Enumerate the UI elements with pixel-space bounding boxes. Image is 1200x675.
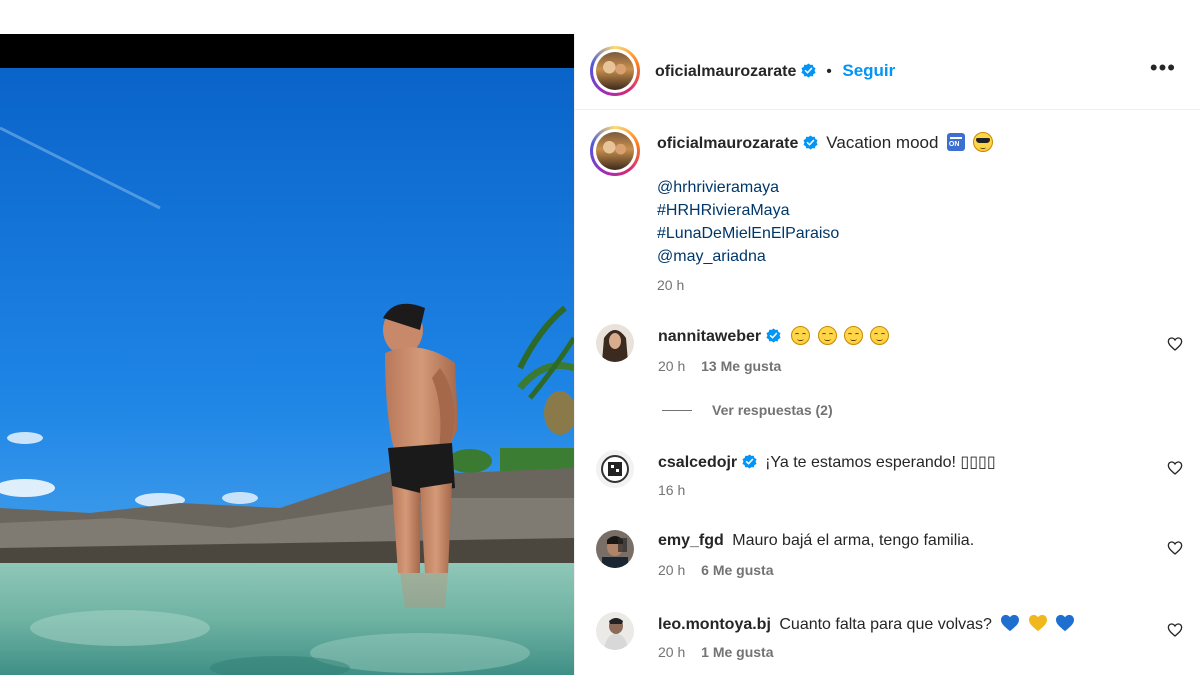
header-author-row: oficialmaurozarate • Seguir xyxy=(655,61,895,81)
comment-username[interactable]: leo.montoya.bj xyxy=(658,616,771,633)
comment-username[interactable]: csalcedojr xyxy=(658,454,737,471)
comment-time[interactable]: 20 h xyxy=(658,562,685,578)
post-header: oficialmaurozarate • Seguir ••• xyxy=(575,34,1200,110)
sunglasses-emoji-icon xyxy=(973,132,994,152)
verified-badge-icon xyxy=(801,63,816,78)
comment-emojis xyxy=(791,326,892,345)
caption-text: Vacation mood xyxy=(826,133,939,152)
comment-likes[interactable]: 13 Me gusta xyxy=(701,358,781,374)
caption-link-hashtag-hotel[interactable]: #HRHRivieraMaya xyxy=(657,199,839,222)
comment-line: emy_fgd Mauro bajá el arma, tengo famili… xyxy=(658,532,974,550)
commenter-avatar[interactable] xyxy=(596,612,634,650)
blue-heart-emoji-icon xyxy=(1056,614,1075,632)
media-top-bar xyxy=(0,34,574,68)
comment-emojis xyxy=(1000,614,1078,633)
commenter-avatar[interactable] xyxy=(596,450,634,488)
commenter-avatar[interactable] xyxy=(596,530,634,568)
post-photo[interactable] xyxy=(0,68,574,675)
author-username[interactable]: oficialmaurozarate xyxy=(655,63,796,80)
caption-line: oficialmaurozarate Vacation mood ON xyxy=(657,132,994,153)
heart-outline-icon[interactable] xyxy=(1167,622,1183,638)
view-replies-button[interactable]: Ver respuestas (2) xyxy=(662,402,833,420)
comment-likes[interactable]: 6 Me gusta xyxy=(701,562,773,578)
on-arrow-emoji-icon: ON xyxy=(946,133,965,151)
caption-author-avatar[interactable] xyxy=(590,126,640,176)
verified-badge-icon xyxy=(742,454,757,469)
caption-link-hashtag-honeymoon[interactable]: #LunaDeMielEnElParaiso xyxy=(657,222,839,245)
comment-meta: 20 h 6 Me gusta xyxy=(658,562,774,578)
grinning-face-emoji-icon xyxy=(817,326,837,345)
caption-link-mention-ariadna[interactable]: @may_ariadna xyxy=(657,245,839,268)
comment-time[interactable]: 20 h xyxy=(658,644,685,660)
grinning-face-emoji-icon xyxy=(843,326,863,345)
post-side-panel: oficialmaurozarate • Seguir ••• oficialm… xyxy=(575,34,1200,675)
author-avatar[interactable] xyxy=(590,46,640,96)
heart-outline-icon[interactable] xyxy=(1167,540,1183,556)
comment-meta: 20 h 1 Me gusta xyxy=(658,644,774,660)
grinning-face-emoji-icon xyxy=(870,326,890,345)
comment-line: csalcedojr ¡Ya te estamos esperando! ▯▯▯… xyxy=(658,452,996,472)
more-options-icon[interactable]: ••• xyxy=(1150,57,1176,79)
header-separator: • xyxy=(826,63,832,80)
comment-time[interactable]: 16 h xyxy=(658,482,685,498)
beach-photo-illustration xyxy=(0,68,574,675)
grinning-face-emoji-icon xyxy=(791,326,811,345)
heart-outline-icon[interactable] xyxy=(1167,460,1183,476)
verified-badge-icon xyxy=(803,135,818,150)
yellow-heart-emoji-icon xyxy=(1028,614,1047,632)
caption-timestamp[interactable]: 20 h xyxy=(657,277,684,293)
comment-time[interactable]: 20 h xyxy=(658,358,685,374)
blue-heart-emoji-icon xyxy=(1001,614,1020,632)
verified-badge-icon xyxy=(766,328,781,343)
caption-author-username[interactable]: oficialmaurozarate xyxy=(657,135,798,152)
comment-meta: 16 h xyxy=(658,482,685,498)
comment-likes[interactable]: 1 Me gusta xyxy=(701,644,773,660)
comment-text: ¡Ya te estamos esperando! ▯▯▯▯ xyxy=(765,454,996,471)
comment-username[interactable]: emy_fgd xyxy=(658,532,724,549)
caption-links: @hrhrivieramaya #HRHRivieraMaya #LunaDeM… xyxy=(657,176,839,268)
comment-username[interactable]: nannitaweber xyxy=(658,328,761,345)
comment-meta: 20 h 13 Me gusta xyxy=(658,358,781,374)
comment-line: nannitaweber xyxy=(658,326,892,346)
replies-dash xyxy=(662,410,692,412)
heart-outline-icon[interactable] xyxy=(1167,336,1183,352)
comment-line: leo.montoya.bj Cuanto falta para que vol… xyxy=(658,614,1078,634)
commenter-avatar[interactable] xyxy=(596,324,634,362)
follow-button[interactable]: Seguir xyxy=(842,61,895,80)
comment-text: Cuanto falta para que volvas? xyxy=(779,616,992,633)
caption-link-mention-hotel[interactable]: @hrhrivieramaya xyxy=(657,176,839,199)
view-replies-label: Ver respuestas (2) xyxy=(712,402,833,418)
comment-text: Mauro bajá el arma, tengo familia. xyxy=(732,532,975,549)
